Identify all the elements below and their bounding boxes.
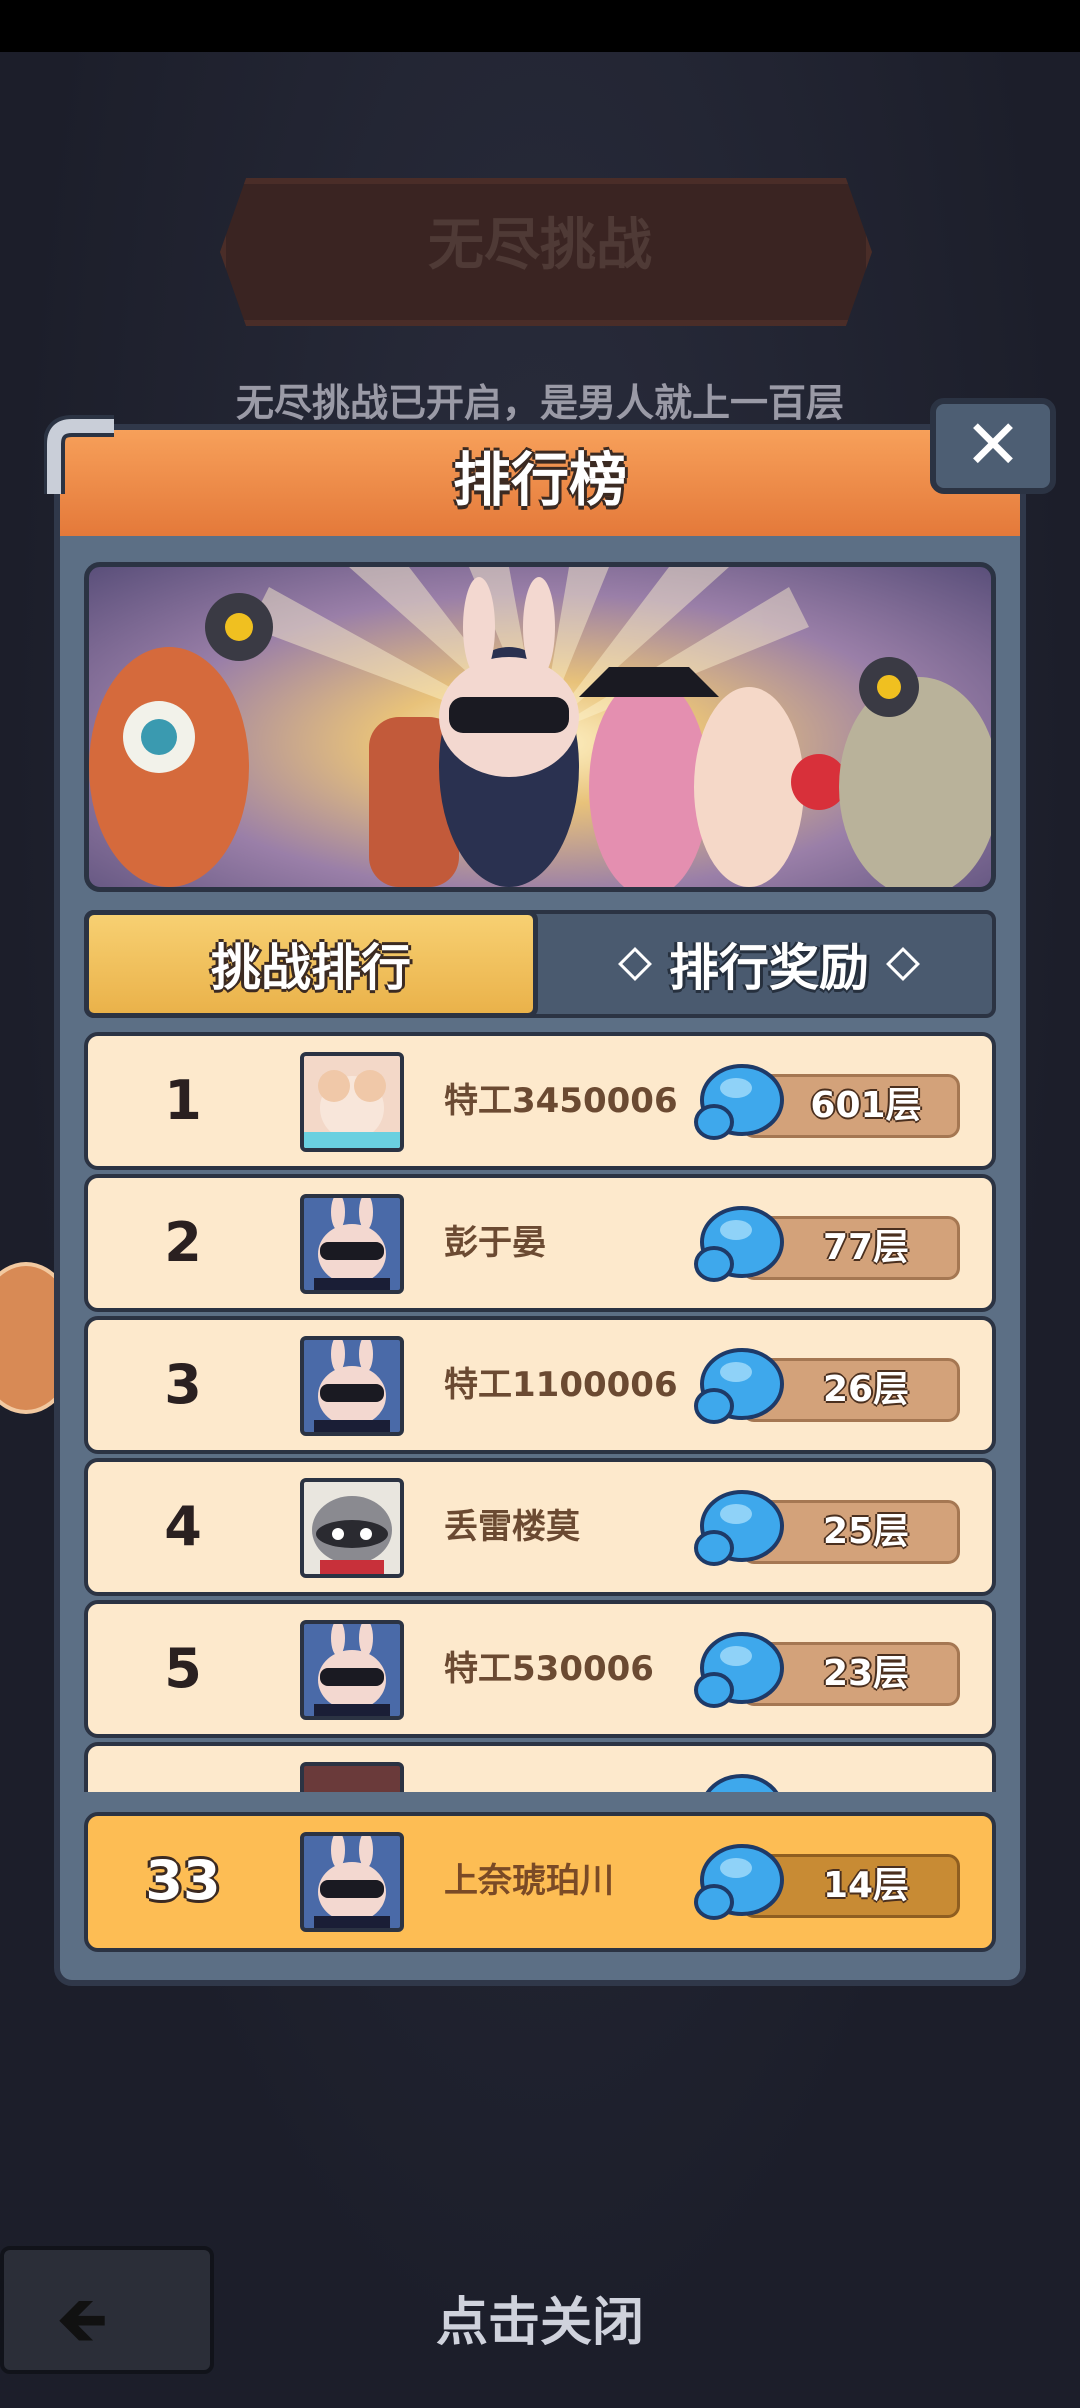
player-name: 彭于晏 [444,1223,546,1263]
rank-number: 2 [164,1211,202,1274]
boxing-glove-icon [694,1348,784,1424]
banner-art [89,567,991,887]
background-notice: 无尽挑战已开启，是男人就上一百层 [235,381,844,425]
self-ranking-row[interactable]: 33 上奈琥珀川 14层 [84,1812,996,1952]
rank-number: 1 [164,1069,202,1132]
boxing-glove-icon [705,1774,779,1792]
ranking-row[interactable]: 2 彭于晏 77层 [84,1174,996,1312]
close-button[interactable]: ✕ [930,398,1056,494]
fox-pirate-icon [589,677,709,887]
avatar [300,1194,404,1294]
boxing-glove-icon [694,1064,784,1140]
tab-ranking-rewards[interactable]: 排行奖励 [542,910,996,1018]
rank-number: 4 [164,1495,202,1558]
ranking-row[interactable]: 5 特工530006 23层 [84,1600,996,1738]
player-name: 特工530006 [444,1649,654,1689]
ranking-row-partial[interactable] [84,1742,996,1792]
ranking-row[interactable]: 4 丢雷楼莫 25层 [84,1458,996,1596]
background-title: 无尽挑战 [428,213,652,278]
diamond-icon [618,947,652,981]
modal-title: 排行榜 [452,446,627,514]
avatar [300,1336,404,1436]
leaderboard-banner [84,562,996,892]
diamond-icon [886,947,920,981]
close-icon: ✕ [964,406,1022,485]
boxing-glove-icon [694,1844,784,1920]
self-rank-number: 33 [145,1849,221,1912]
tab-challenge-ranking[interactable]: 挑战排行 [84,910,538,1018]
boxing-glove-icon [694,1206,784,1282]
avatar [300,1478,404,1578]
pipe-icon [44,415,114,494]
tab-challenge-ranking-label: 挑战排行 [211,939,411,997]
avatar [300,1762,404,1792]
self-avatar [300,1832,404,1932]
boxing-glove-icon [694,1632,784,1708]
dinosaur-monster-icon [839,677,991,887]
avatar [300,1620,404,1720]
ranking-row[interactable]: 1 特工3450006 601层 [84,1032,996,1170]
ranking-row[interactable]: 3 特工1100006 26层 [84,1316,996,1454]
player-name: 特工1100006 [444,1365,678,1405]
status-bar [0,0,1080,52]
player-name: 特工3450006 [444,1081,678,1121]
self-player-name: 上奈琥珀川 [444,1861,614,1901]
sheep-girl-icon [694,687,804,887]
ranking-list[interactable]: 1 特工3450006 601层 2 彭于晏 77层 3 特工1100006 2… [84,1032,996,1792]
rank-number: 3 [164,1353,202,1416]
boxing-glove-icon [694,1490,784,1566]
tab-ranking-rewards-label: 排行奖励 [669,939,869,997]
rank-number: 5 [164,1637,202,1700]
tap-to-close-hint[interactable]: 点击关闭 [0,2280,1080,2355]
avatar [300,1052,404,1152]
player-name: 丢雷楼莫 [444,1507,580,1547]
